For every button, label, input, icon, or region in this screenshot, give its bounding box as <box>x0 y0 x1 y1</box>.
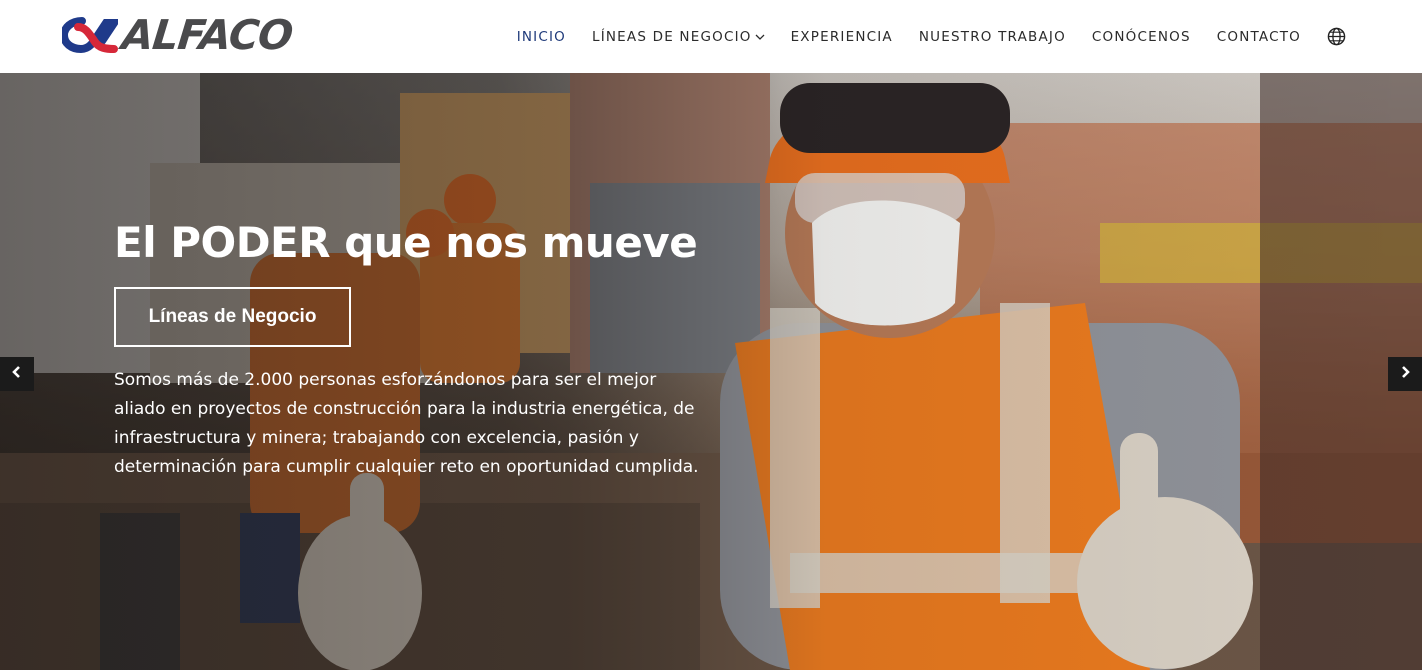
hero-slider: El PODER que nos mueve Líneas de Negocio… <box>0 73 1422 670</box>
slider-next-button[interactable] <box>1388 357 1422 391</box>
nav-item-lineas-de-negocio[interactable]: LÍNEAS DE NEGOCIO <box>592 29 765 45</box>
nav-item-experiencia[interactable]: EXPERIENCIA <box>791 29 893 45</box>
logo-wordmark: ALFACO <box>119 10 295 59</box>
nav-item-label: CONTACTO <box>1216 28 1301 45</box>
nav-item-label: INICIO <box>516 28 566 45</box>
chevron-left-icon <box>11 365 23 384</box>
chevron-down-icon <box>755 29 765 45</box>
alfaco-logo-mark-icon <box>62 17 118 54</box>
hero-title: El PODER que nos mueve <box>114 218 698 267</box>
nav-item-nuestro-trabajo[interactable]: NUESTRO TRABAJO <box>919 29 1066 45</box>
slider-prev-button[interactable] <box>0 357 34 391</box>
main-nav: INICIO LÍNEAS DE NEGOCIO EXPERIENCIA NUE… <box>491 0 1346 73</box>
nav-item-label: EXPERIENCIA <box>790 28 893 45</box>
site-header: ALFACO INICIO LÍNEAS DE NEGOCIO EXPERIEN… <box>0 0 1422 73</box>
nav-item-inicio[interactable]: INICIO <box>517 29 566 45</box>
nav-item-contacto[interactable]: CONTACTO <box>1217 29 1301 45</box>
alfaco-logo[interactable]: ALFACO <box>62 10 295 59</box>
nav-item-conocenos[interactable]: CONÓCENOS <box>1092 29 1191 45</box>
hero-description: Somos más de 2.000 personas esforzándono… <box>114 370 699 477</box>
nav-item-label: CONÓCENOS <box>1091 28 1191 45</box>
nav-item-label: NUESTRO TRABAJO <box>918 28 1066 45</box>
chevron-right-icon <box>1399 365 1411 384</box>
nav-item-label: LÍNEAS DE NEGOCIO <box>591 28 752 45</box>
business-lines-button[interactable]: Líneas de Negocio <box>114 287 351 347</box>
globe-icon[interactable] <box>1327 27 1346 46</box>
